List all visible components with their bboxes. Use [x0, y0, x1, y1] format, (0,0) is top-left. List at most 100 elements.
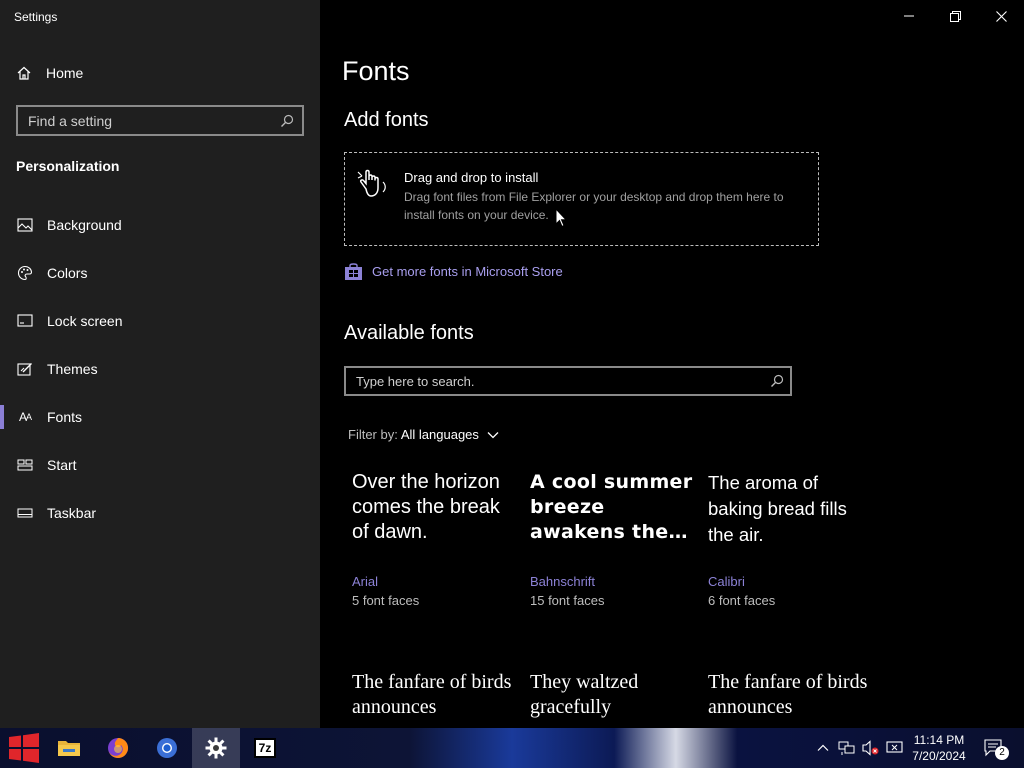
windows-logo-icon [9, 733, 39, 763]
font-card-calibri[interactable]: The aroma of baking bread fills the air.… [708, 470, 868, 615]
font-card[interactable]: The fanfare of birds announces [708, 670, 868, 728]
clock-time: 11:14 PM [913, 733, 965, 747]
firefox-icon [108, 737, 129, 758]
close-icon [995, 10, 1007, 22]
taskbar-icon [16, 504, 34, 522]
page-title: Fonts [342, 56, 410, 86]
main-content: Fonts Add fonts Drag and drop to install… [320, 0, 1024, 728]
start-icon [16, 456, 34, 474]
font-faces-count: 5 font faces [352, 593, 420, 608]
sidebar-item-label: Themes [47, 361, 98, 377]
sidebar-item-label: Start [47, 457, 77, 473]
themes-icon [16, 360, 34, 378]
7zip-icon-label: 7z [258, 741, 272, 755]
minimize-button[interactable] [886, 0, 932, 32]
restore-icon [949, 10, 961, 22]
sidebar-item-label: Fonts [47, 409, 83, 425]
language-filter-dropdown[interactable]: Filter by: All languages [348, 427, 499, 442]
sidebar-item-label: Taskbar [47, 505, 97, 521]
close-button[interactable] [978, 0, 1024, 32]
font-sample: A cool summer breeze awakens the… [530, 471, 693, 543]
add-fonts-heading: Add fonts [344, 109, 429, 131]
notification-count-badge: 2 [995, 746, 1009, 760]
sidebar-item-taskbar[interactable]: Taskbar [0, 493, 320, 533]
find-setting-input[interactable] [28, 112, 280, 129]
taskbar-settings[interactable] [192, 728, 240, 768]
drag-hand-icon [357, 169, 386, 197]
taskbar-firefox[interactable] [94, 728, 142, 768]
font-drop-zone[interactable]: Drag and drop to install Drag font files… [344, 152, 819, 246]
sidebar: Settings Home Personalization Background… [0, 0, 320, 728]
microsoft-store-link[interactable]: Get more fonts in Microsoft Store [344, 262, 563, 281]
search-icon[interactable] [280, 114, 294, 128]
font-sample: Over the horizon comes the break of dawn… [352, 471, 500, 543]
chevron-up-icon [817, 744, 829, 751]
taskbar-chrome[interactable] [143, 728, 191, 768]
font-sample: They waltzed gracefully [530, 671, 639, 718]
font-name: Arial [352, 574, 379, 589]
start-button[interactable] [0, 728, 48, 768]
find-setting-search-box[interactable] [16, 105, 304, 136]
available-fonts-heading: Available fonts [344, 322, 474, 344]
minimize-icon [904, 15, 914, 17]
store-icon [345, 263, 362, 280]
chrome-icon [157, 738, 177, 758]
drop-zone-title: Drag and drop to install [404, 170, 539, 185]
tray-overflow-button[interactable] [813, 738, 833, 758]
chevron-down-icon [487, 431, 499, 438]
image-icon [16, 216, 34, 234]
sidebar-item-fonts[interactable]: AA Fonts [0, 397, 320, 437]
font-search-input[interactable] [356, 373, 770, 389]
sidebar-item-background[interactable]: Background [0, 205, 320, 245]
font-name: Bahnschrift [530, 574, 596, 589]
sidebar-item-start[interactable]: Start [0, 445, 320, 485]
font-card-arial[interactable]: Over the horizon comes the break of dawn… [352, 470, 517, 615]
sidebar-item-label: Background [47, 217, 122, 233]
font-faces-count: 6 font faces [708, 593, 776, 608]
home-label: Home [46, 65, 84, 81]
taskbar: 7z 11:14 PM 7/20/2024 2 [0, 728, 1024, 768]
filter-value: All languages [400, 427, 479, 442]
font-faces-count: 15 font faces [530, 593, 605, 608]
font-search-box[interactable] [344, 366, 792, 396]
taskbar-clock[interactable]: 11:14 PM 7/20/2024 [905, 732, 973, 764]
volume-tray-icon[interactable] [861, 738, 881, 758]
clock-date: 7/20/2024 [912, 749, 966, 763]
home-nav-item[interactable]: Home [16, 62, 83, 84]
sidebar-item-colors[interactable]: Colors [0, 253, 320, 293]
file-explorer-icon [58, 741, 80, 756]
filter-label: Filter by: [348, 427, 398, 442]
font-card[interactable]: They waltzed gracefully [530, 670, 695, 728]
font-sample: The fanfare of birds announces [352, 671, 512, 718]
taskbar-file-explorer[interactable] [45, 728, 93, 768]
app-title: Settings [14, 10, 58, 24]
mouse-cursor-icon [555, 208, 567, 228]
search-icon[interactable] [770, 374, 784, 388]
home-icon [17, 66, 31, 80]
palette-icon [16, 264, 34, 282]
settings-icon [205, 737, 227, 759]
network-tray-icon[interactable] [837, 738, 857, 758]
font-name: Calibri [708, 574, 745, 589]
network-icon [838, 741, 855, 755]
volume-muted-icon [862, 740, 879, 756]
lock-screen-icon [16, 312, 34, 330]
section-label: Personalization [16, 158, 120, 174]
7zip-icon: 7z [254, 738, 276, 758]
font-card-bahnschrift[interactable]: A cool summer breeze awakens the… Bahnsc… [530, 470, 695, 615]
sidebar-item-lock-screen[interactable]: Lock screen [0, 301, 320, 341]
fonts-icon: AA [18, 410, 32, 424]
sidebar-item-label: Colors [47, 265, 88, 281]
taskbar-7zip[interactable]: 7z [241, 728, 289, 768]
notifications-button[interactable]: 2 [983, 738, 1009, 760]
store-link-label: Get more fonts in Microsoft Store [372, 264, 563, 279]
font-card[interactable]: The fanfare of birds announces [352, 670, 517, 728]
restore-button[interactable] [932, 0, 978, 32]
display-disconnected-icon [886, 741, 903, 753]
sidebar-item-themes[interactable]: Themes [0, 349, 320, 389]
font-sample: The aroma of baking bread fills the air. [708, 472, 847, 545]
drop-zone-description: Drag font files from File Explorer or yo… [404, 190, 784, 222]
sidebar-item-label: Lock screen [47, 313, 123, 329]
display-tray-icon[interactable] [885, 738, 905, 758]
font-sample: The fanfare of birds announces [708, 671, 868, 718]
